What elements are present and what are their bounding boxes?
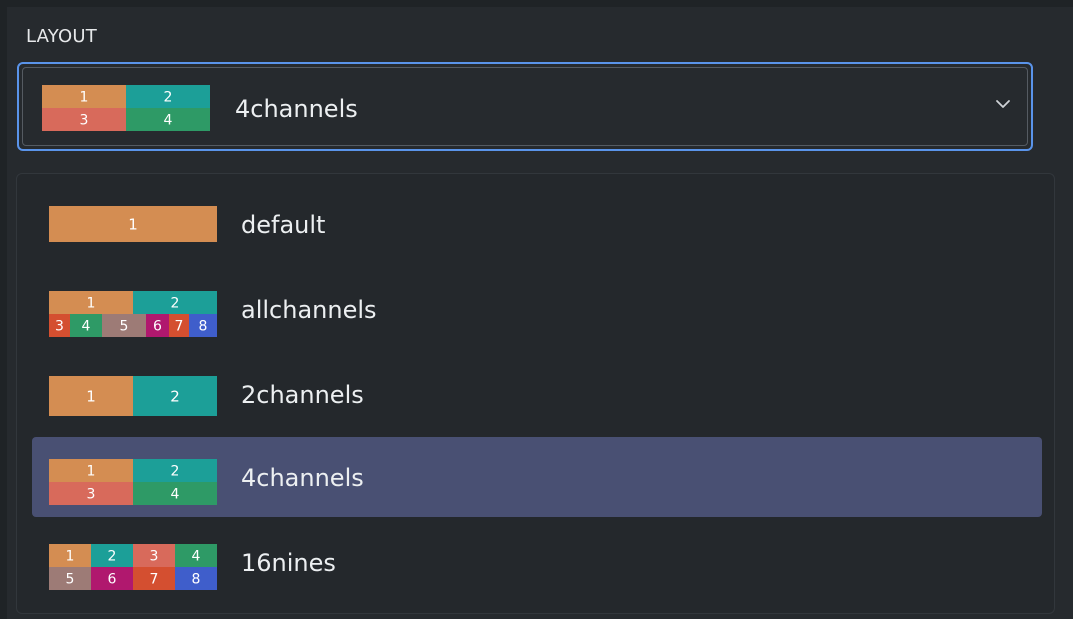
layout-option-label: 2channels — [241, 381, 364, 409]
thumbnail-cell-label: 6 — [153, 319, 162, 335]
thumbnail-cell-label: 4 — [164, 113, 173, 129]
layout-thumbnail-16nines: 1 2 3 4 5 6 7 8 — [49, 544, 217, 590]
layout-field-label: LAYOUT — [26, 26, 97, 47]
thumbnail-cell-label: 3 — [150, 549, 159, 565]
thumbnail-cell-label: 4 — [192, 549, 201, 565]
layout-option-label: default — [241, 211, 326, 239]
layout-thumbnail-allchannels: 1 2 3 4 5 6 7 8 — [49, 291, 217, 337]
thumbnail-cell-label: 4 — [171, 487, 180, 503]
layout-option-allchannels[interactable]: 1 2 3 4 5 678 allchannels — [32, 269, 1042, 349]
thumbnail-cell-label: 1 — [80, 90, 89, 106]
thumbnail-cell-label: 1 — [86, 387, 96, 405]
thumbnail-cell-label: 6 — [108, 572, 117, 588]
selected-layout-thumbnail: 1 2 3 4 — [42, 85, 210, 131]
layout-option-default[interactable]: 1 default — [32, 184, 1042, 264]
chevron-down-icon[interactable] — [993, 94, 1013, 114]
thumbnail-cell-label: 8 — [199, 319, 208, 335]
thumbnail-cell-label: 2 — [171, 464, 180, 480]
layout-option-4channels[interactable]: 1 2 3 4 4channels — [32, 437, 1042, 517]
layout-dropdown-menu: 1 default 12345678 allchannels 12 2chann… — [16, 173, 1055, 614]
thumbnail-cell-label: 2 — [164, 90, 173, 106]
thumbnail-cell-label: 5 — [120, 319, 129, 335]
thumbnail-cell-label: 8 — [192, 572, 201, 588]
thumbnail-cell-label: 2 — [171, 296, 180, 312]
layout-option-label: 16nines — [241, 549, 336, 577]
thumbnail-cell-label: 2 — [108, 549, 117, 565]
thumbnail-cell-label: 1 — [66, 549, 75, 565]
thumbnail-cell-label: 3 — [55, 319, 64, 335]
thumbnail-cell-label: 2 — [170, 387, 180, 405]
thumbnail-cell-label: 5 — [66, 572, 75, 588]
thumbnail-cell-label: 1 — [87, 464, 96, 480]
selected-layout-value: 4channels — [235, 95, 358, 123]
layout-option-label: allchannels — [241, 296, 377, 324]
layout-thumbnail-default: 1 — [49, 206, 217, 242]
layout-option-16nines[interactable]: 1 2 3 4 5 6 7 8 16nines — [32, 522, 1042, 602]
thumbnail-cell-label: 4 — [82, 319, 91, 335]
thumbnail-cell-label: 1 — [128, 215, 138, 233]
thumbnail-cell-label: 1 — [87, 296, 96, 312]
thumbnail-cell-label: 7 — [150, 572, 159, 588]
layout-thumbnail-2channels: 12 — [49, 376, 217, 416]
layout-thumbnail-4channels: 1 2 3 4 — [49, 459, 217, 505]
thumbnail-cell-label: 7 — [175, 319, 184, 335]
thumbnail-cell-label: 3 — [87, 487, 96, 503]
layout-option-2channels[interactable]: 12 2channels — [32, 354, 1042, 434]
layout-option-label: 4channels — [241, 464, 364, 492]
thumbnail-cell-label: 3 — [80, 113, 89, 129]
layout-select[interactable]: 1 2 3 4 4channels — [17, 62, 1033, 151]
